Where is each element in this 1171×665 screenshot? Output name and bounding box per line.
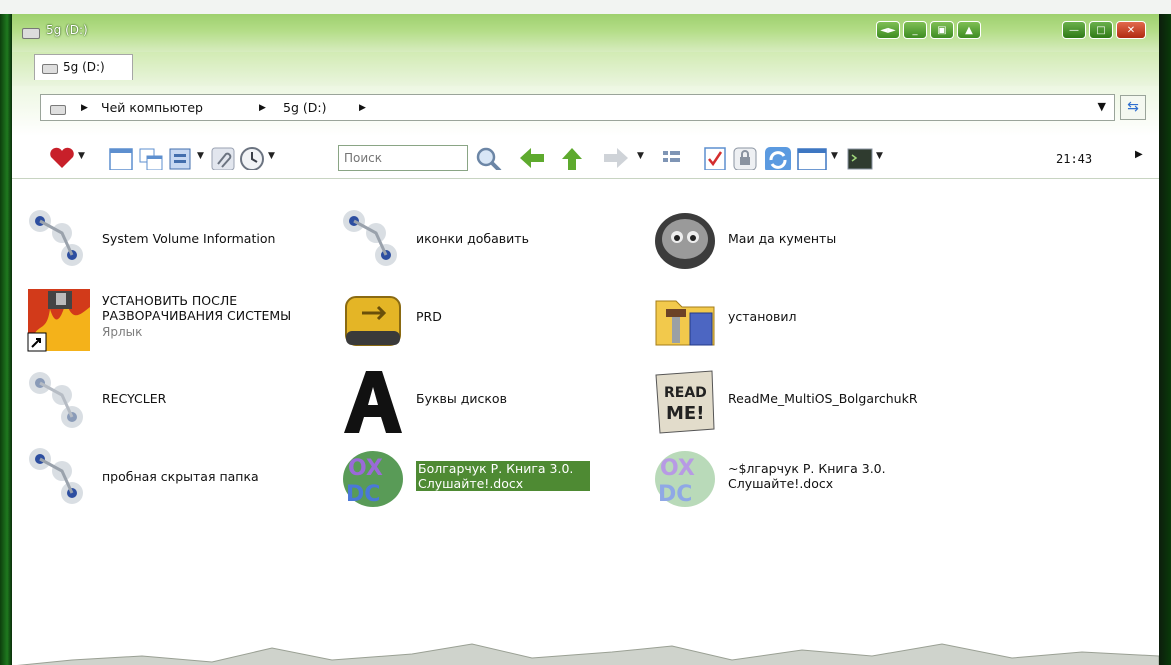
chevron-down-icon[interactable]: ▼ [637, 151, 644, 161]
attach-icon[interactable] [210, 146, 236, 170]
shortcut-fire-icon [27, 289, 90, 352]
file-name: System Volume Information [102, 231, 276, 246]
file-item[interactable]: пробная скрытая папка [26, 445, 316, 517]
chevron-down-icon[interactable]: ▼ [268, 151, 275, 161]
svg-text:OX: OX [660, 456, 695, 481]
search-input[interactable] [338, 145, 468, 171]
file-name: пробная скрытая папка [102, 469, 259, 484]
breadcrumb-computer[interactable]: Чей компьютер [101, 100, 203, 115]
letter-a-icon [344, 371, 402, 433]
refresh-arrows-button[interactable]: ⇆ [1120, 95, 1146, 120]
history-clock-icon[interactable] [238, 146, 266, 170]
window-title: 5g (D:) [46, 23, 88, 37]
up-arrow-icon[interactable] [560, 146, 584, 170]
usb-drive-icon [345, 296, 401, 346]
tab-bar: 5g (D:) [12, 52, 1159, 86]
file-item[interactable]: иконки добавить [340, 207, 630, 279]
file-name: Болгарчук Р. Книга 3.0. Слушайте!.docx [416, 461, 590, 491]
file-name: ReadMe_MultiOS_BolgarchukR [728, 391, 918, 406]
svg-text:DC: DC [346, 482, 380, 507]
drive-icon [42, 64, 58, 74]
svg-text:OX: OX [348, 456, 383, 481]
file-item[interactable]: OX DC Болгарчук Р. Книга 3.0. Слушайте!.d… [340, 445, 630, 517]
properties-icon[interactable] [168, 146, 194, 170]
close-button[interactable]: ✕ [1116, 21, 1146, 39]
address-row: ▶ Чей компьютер ▶ 5g (D:) ▶ ▼ ⇆ [12, 86, 1159, 136]
roll-up-button[interactable]: ▲ [957, 21, 981, 39]
hidden-folder-icon [343, 210, 397, 266]
view-details-icon[interactable] [660, 146, 684, 170]
folder-tools-icon [655, 300, 715, 346]
file-item[interactable]: System Volume Information [26, 207, 316, 279]
desktop-left-edge [0, 14, 12, 665]
file-item[interactable]: Буквы дисков [340, 369, 630, 441]
svg-text:READ: READ [664, 385, 707, 401]
restore-panel-button[interactable]: ▣ [930, 21, 954, 39]
checklist-icon[interactable] [702, 146, 728, 170]
tile-windows-icon[interactable] [138, 146, 164, 170]
heart-icon[interactable] [48, 146, 76, 170]
new-window-icon[interactable] [108, 146, 134, 170]
file-item[interactable]: RECYCLER [26, 369, 316, 441]
file-item[interactable]: Маи да кументы [652, 207, 952, 279]
terminal-icon[interactable] [846, 146, 874, 170]
maximize-button[interactable]: □ [1089, 21, 1113, 39]
drive-icon [50, 105, 66, 115]
docx-graffiti-icon: OXDC [343, 451, 403, 507]
file-name: RECYCLER [102, 391, 167, 406]
file-item[interactable]: установил [652, 287, 952, 359]
chevron-down-icon[interactable]: ▼ [1098, 100, 1106, 113]
refresh-icon[interactable] [764, 146, 792, 170]
chevron-right-icon[interactable]: ▶ [1135, 149, 1143, 160]
drive-icon [22, 28, 40, 39]
title-bar[interactable]: 5g (D:) ◄► _ ▣ ▲ — □ ✕ [12, 14, 1159, 52]
file-name: PRD [416, 309, 442, 324]
file-item[interactable]: PRD [340, 287, 630, 359]
chevron-right-icon[interactable]: ▶ [359, 103, 366, 113]
window-layout-icon[interactable] [796, 146, 828, 170]
hidden-folder-icon [29, 210, 83, 266]
breadcrumb-drive[interactable]: 5g (D:) [283, 100, 326, 115]
clock-text: 21:43 [1056, 152, 1093, 166]
chevron-right-icon[interactable]: ▶ [259, 103, 266, 113]
chevron-down-icon[interactable]: ▼ [197, 151, 204, 161]
forward-arrow-icon[interactable] [602, 146, 630, 170]
search-icon[interactable] [474, 146, 504, 170]
desktop-top-strip [0, 0, 1171, 14]
gray-face-icon [655, 213, 715, 269]
tab-5g-drive[interactable]: 5g (D:) [34, 54, 133, 80]
file-item[interactable]: READ ME! ReadMe_MultiOS_BolgarchukR [652, 369, 972, 441]
minimize-button[interactable]: — [1062, 21, 1086, 39]
svg-text:DC: DC [658, 482, 692, 507]
file-item[interactable]: УСТАНОВИТЬ ПОСЛЕ РАЗВОРАЧИВАНИЯ СИСТЕМЫ … [26, 287, 326, 359]
readme-paper-icon: READ ME! [655, 370, 715, 434]
back-arrow-icon[interactable] [518, 146, 546, 170]
chevron-down-icon[interactable]: ▼ [78, 151, 85, 161]
file-name: ~$лгарчук Р. Книга 3.0. Слушайте!.docx [728, 461, 886, 491]
shade-button[interactable]: _ [903, 21, 927, 39]
file-name: установил [728, 309, 797, 324]
toolbar: ▼ ▼ ▼ ▼ ▼ ▼ 21:43 ▶ [12, 136, 1159, 178]
svg-text:ME!: ME! [666, 403, 704, 424]
hidden-folder-icon [29, 372, 83, 428]
tile-button[interactable]: ◄► [876, 21, 900, 39]
explorer-window: 5g (D:) ◄► _ ▣ ▲ — □ ✕ 5g (D:) ▶ Чей ком… [12, 14, 1159, 665]
mountain-decoration [16, 643, 1159, 665]
file-name: Буквы дисков [416, 391, 507, 406]
docx-graffiti-faded-icon: OXDC [655, 451, 715, 507]
hidden-folder-icon [29, 448, 83, 504]
desktop-right-edge [1159, 14, 1171, 665]
file-area: System Volume Information иконки добавит… [12, 178, 1159, 665]
file-item[interactable]: OX DC ~$лгарчук Р. Книга 3.0. Слушайте!.d… [652, 445, 952, 517]
chevron-right-icon[interactable]: ▶ [81, 103, 88, 113]
address-bar[interactable]: ▶ Чей компьютер ▶ 5g (D:) ▶ ▼ [40, 94, 1115, 121]
lock-icon[interactable] [732, 146, 758, 170]
file-name: УСТАНОВИТЬ ПОСЛЕ РАЗВОРАЧИВАНИЯ СИСТЕМЫ [102, 293, 292, 323]
file-name: иконки добавить [416, 231, 529, 246]
tab-label: 5g (D:) [63, 60, 105, 74]
chevron-down-icon[interactable]: ▼ [831, 151, 838, 161]
file-type: Ярлык [102, 325, 143, 339]
file-name: Маи да кументы [728, 231, 837, 246]
chevron-down-icon[interactable]: ▼ [876, 151, 883, 161]
